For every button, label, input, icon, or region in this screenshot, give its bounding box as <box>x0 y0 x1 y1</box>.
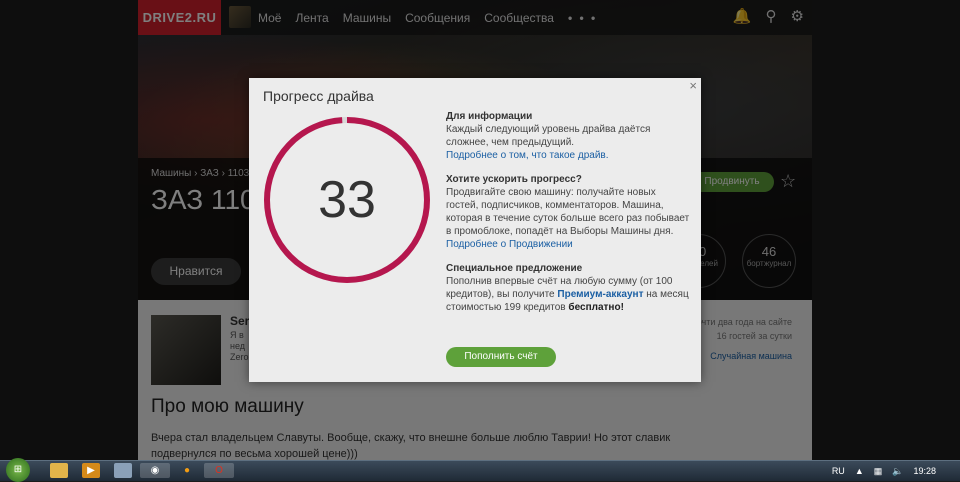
close-icon[interactable]: × <box>689 78 697 93</box>
volume-icon[interactable]: 🔈 <box>892 466 903 477</box>
promotion-info-link[interactable]: Подробнее о Продвижении <box>446 238 690 251</box>
premium-account-link[interactable]: Премиум-аккаунт <box>557 289 643 300</box>
clock[interactable]: 19:28 <box>913 466 936 476</box>
drive-progress-modal: Прогресс драйва × 33 Для информации Кажд… <box>249 78 701 382</box>
opera-icon[interactable]: O <box>204 463 234 478</box>
offer-free: бесплатно! <box>568 302 624 313</box>
drive-level: 33 <box>318 171 376 229</box>
info-heading: Для информации <box>446 111 533 122</box>
offer-section: Специальное предложение Пополнив впервые… <box>446 262 690 314</box>
tray-expand-icon[interactable]: ▲ <box>855 466 864 476</box>
chrome-icon[interactable]: ◉ <box>140 463 170 478</box>
explorer-icon[interactable] <box>50 463 68 478</box>
firefox-icon[interactable]: ● <box>178 463 196 478</box>
media-player-icon[interactable]: ▶ <box>82 463 100 478</box>
speedup-text: Продвигайте свою машину: получайте новых… <box>446 187 690 237</box>
info-text: Каждый следующий уровень драйва даётся с… <box>446 124 651 148</box>
window-icon[interactable] <box>114 463 132 478</box>
start-orb[interactable]: ⊞ <box>6 458 30 482</box>
offer-heading: Специальное предложение <box>446 263 583 274</box>
speedup-heading: Хотите ускорить прогресс? <box>446 174 582 185</box>
windows-taskbar: ⊞ ▶ ◉ ● O RU ▲ ▦ 🔈 19:28 <box>0 458 960 482</box>
modal-title: Прогресс драйва <box>263 88 374 104</box>
network-icon[interactable]: ▦ <box>874 466 883 477</box>
offer-text: Пополнив впервые счёт на любую сумму (от… <box>446 275 690 314</box>
info-section: Для информации Каждый следующий уровень … <box>446 110 690 162</box>
speedup-section: Хотите ускорить прогресс? Продвигайте св… <box>446 173 690 251</box>
language-indicator[interactable]: RU <box>832 466 845 476</box>
system-tray: RU ▲ ▦ 🔈 19:28 <box>832 461 960 481</box>
topup-button[interactable]: Пополнить счёт <box>446 347 556 367</box>
drive-info-link[interactable]: Подробнее о том, что такое драйв. <box>446 149 690 162</box>
modal-info: Для информации Каждый следующий уровень … <box>446 110 690 325</box>
